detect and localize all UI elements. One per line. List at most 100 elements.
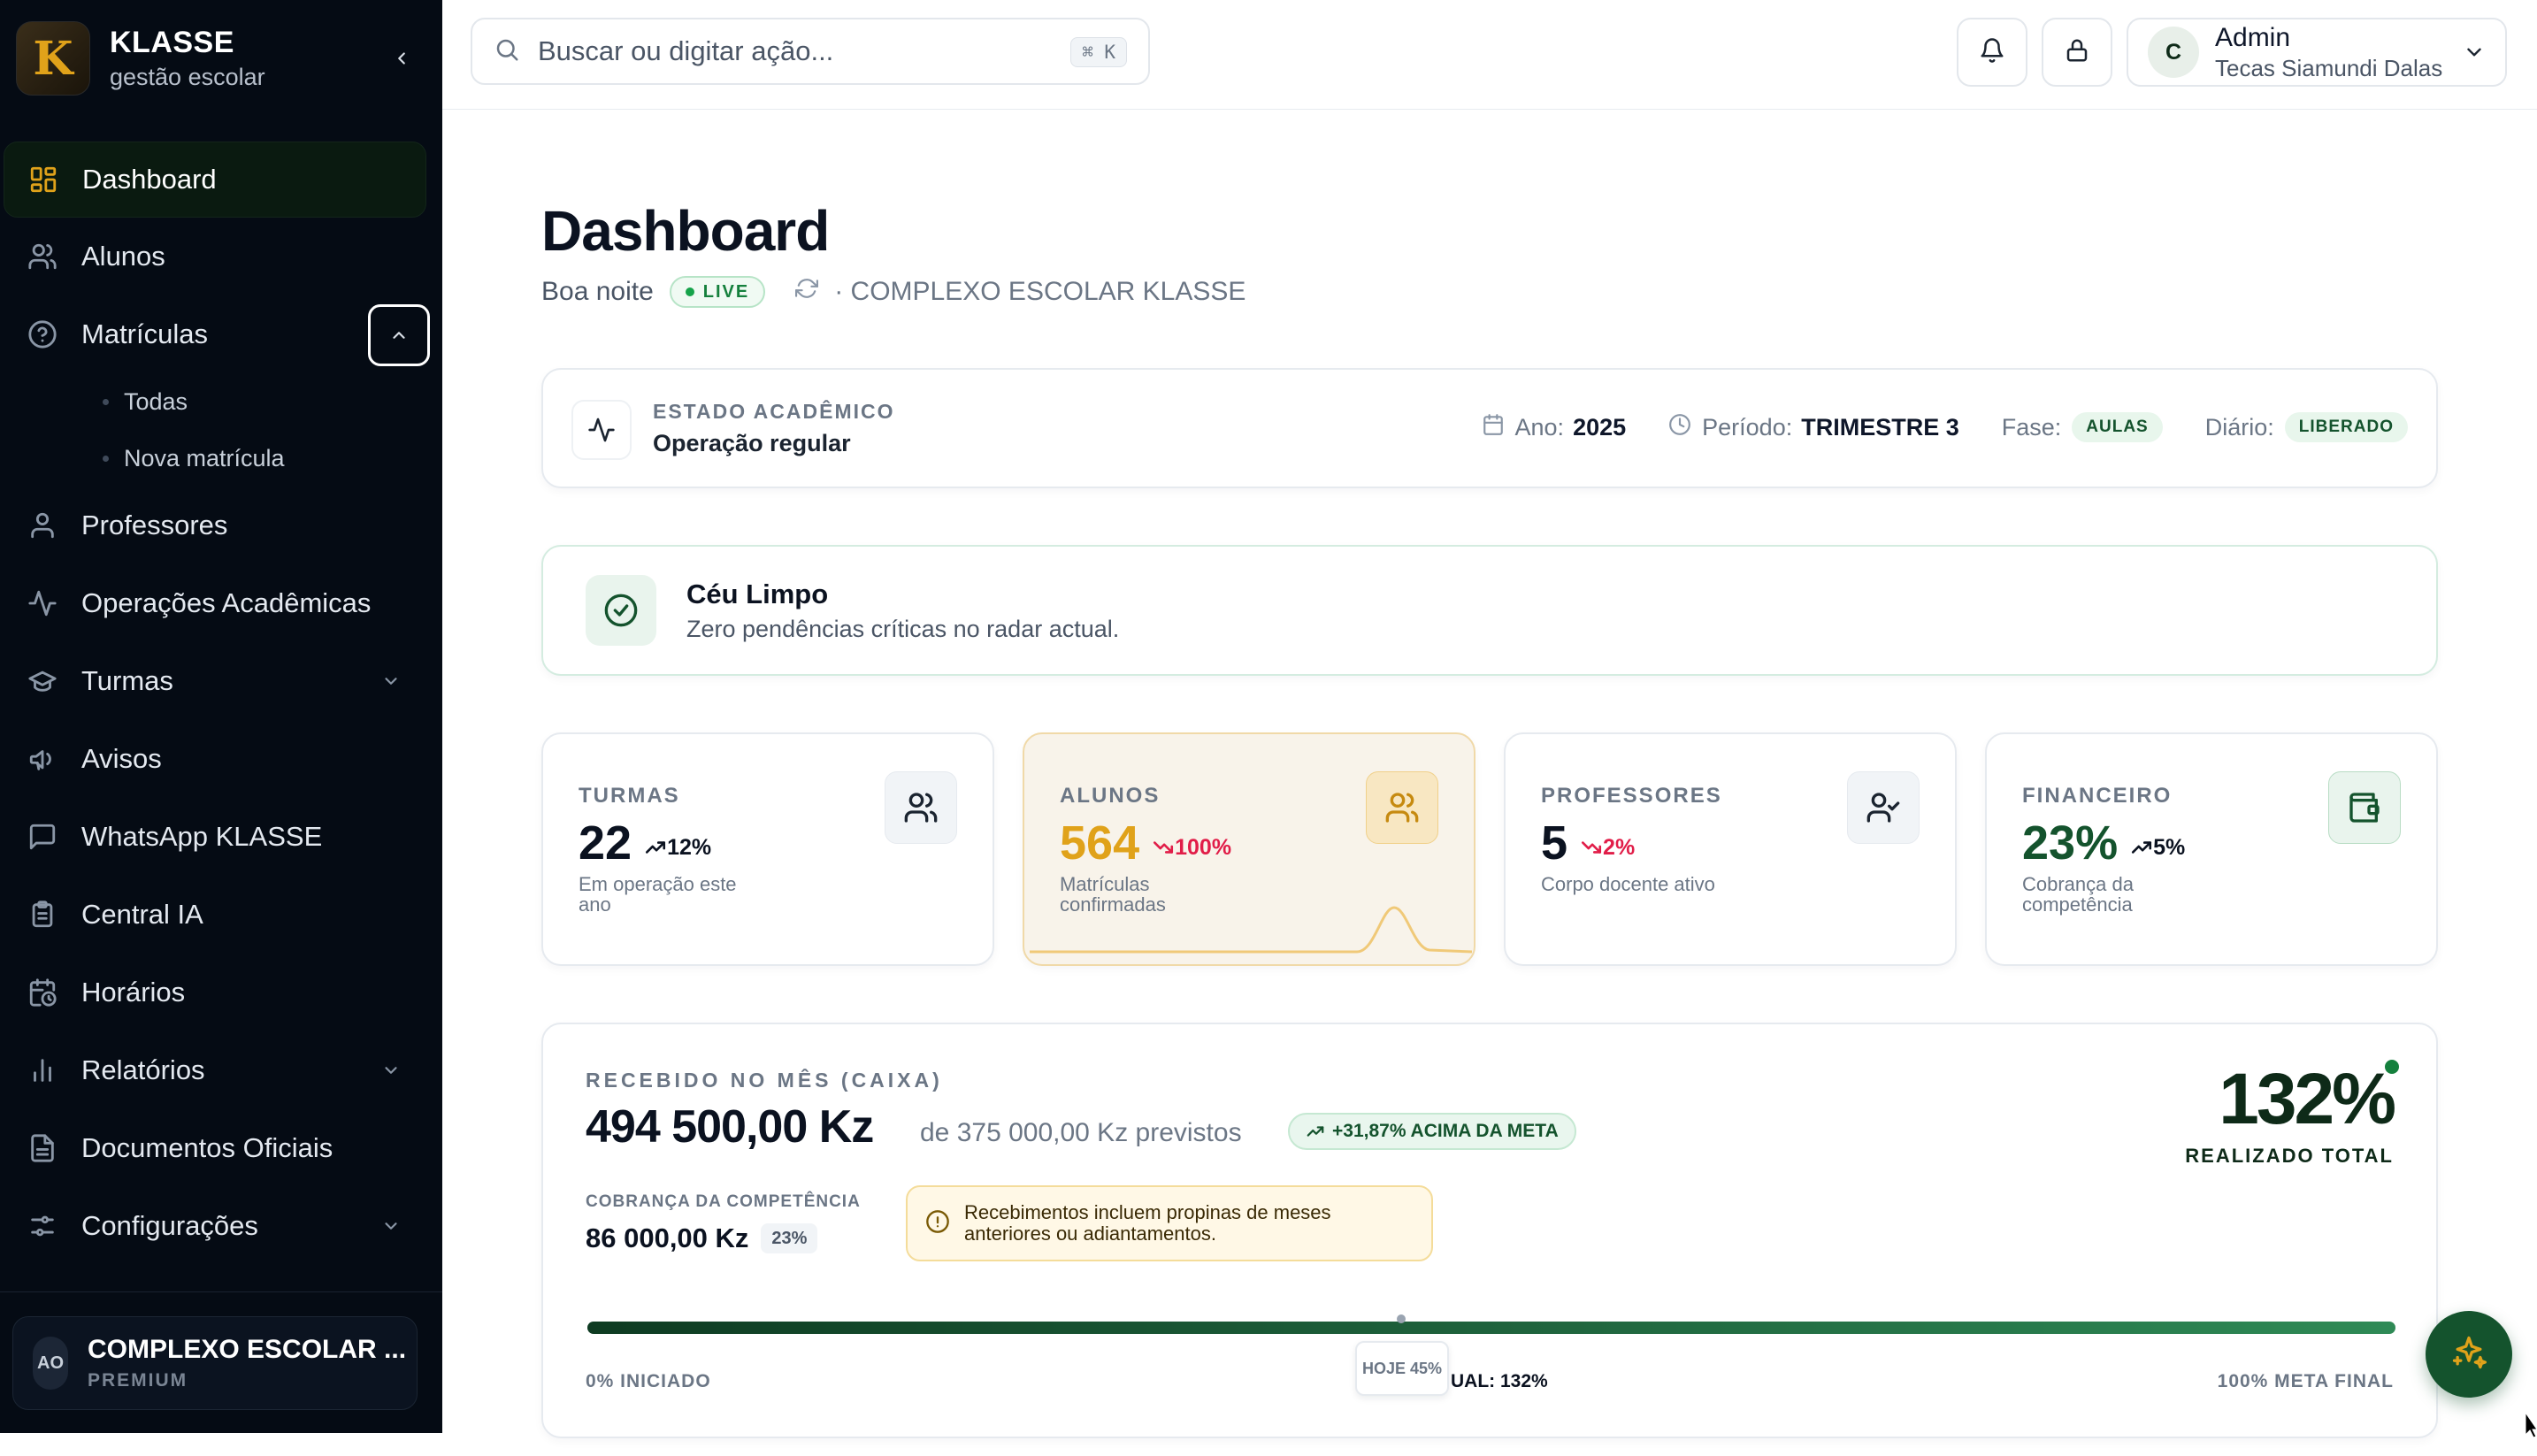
stat-trend-value: 2% [1603,834,1636,860]
stat-trend-value: 5% [2153,834,2186,860]
megaphone-icon [27,743,58,775]
sidebar-item-operacoes-academicas[interactable]: Operações Acadêmicas [0,564,442,642]
stat-value: 564 [1060,816,1140,870]
revenue-progress-bar [587,1314,2395,1334]
sidebar-subitem-todas[interactable]: Todas [0,373,442,430]
trend-down-icon [1581,841,1602,854]
org-avatar: AO [33,1337,68,1390]
brand[interactable]: K KLASSE gestão escolar [16,19,426,97]
notifications-button[interactable] [1957,18,2027,87]
sidebar-item-label: Documentos Oficiais [81,1132,333,1163]
sidebar-nav: Dashboard Alunos Matrículas Todas Nova m… [0,142,442,1265]
trend-down-icon [1154,841,1174,854]
year-label: Ano: [1514,413,1565,441]
sidebar-item-label: Operações Acadêmicas [81,587,372,618]
progress-start-label: 0% INICIADO [586,1371,711,1391]
live-badge: LIVE [669,276,766,308]
grid-icon [27,164,59,195]
lock-icon [2064,37,2090,68]
diary-badge: LIBERADO [2284,412,2408,442]
chevron-up-icon[interactable] [368,304,430,366]
revenue-badge: +31,87% ACIMA DA META [1288,1113,1576,1150]
help-circle-icon [27,318,58,350]
status-dot [2385,1060,2399,1074]
chevron-down-icon[interactable] [375,1054,407,1086]
sidebar-subitem-label: Nova matrícula [124,444,285,471]
sidebar-item-documentos-oficiais[interactable]: Documentos Oficiais [0,1109,442,1187]
live-dot [685,287,694,296]
activity-icon [571,400,632,460]
sidebar-item-label: Horários [81,977,186,1008]
competence-value: 86 000,00 Kz [586,1222,749,1253]
clear-sky-title: Céu Limpo [686,579,829,609]
stat-value: 22 [579,816,632,870]
org-name: COMPLEXO ESCOLAR ... [88,1335,407,1364]
sidebar-item-label: Relatórios [81,1054,205,1085]
search-input[interactable]: Buscar ou digitar ação... ⌘ K [471,18,1150,85]
sparkline [1030,906,1472,954]
stat-card-turmas[interactable]: TURMAS 22 12% Em operação este ano [541,732,994,966]
revenue-amount: 494 500,00 Kz [586,1101,874,1153]
sidebar-item-central-ia[interactable]: Central IA [0,876,442,954]
user-role: Admin [2215,22,2291,52]
warning-note: Recebimentos incluem propinas de meses a… [906,1185,1433,1261]
graduation-cap-icon [27,665,58,697]
brand-logo: K [16,21,90,96]
chevron-down-icon[interactable] [375,665,407,697]
sliders-icon [27,1210,58,1242]
refresh-icon[interactable] [795,277,819,307]
lock-button[interactable] [2042,18,2112,87]
period-value: TRIMESTRE 3 [1801,413,1959,441]
sidebar-item-professores[interactable]: Professores [0,487,442,564]
progress-current-label: UAL: 132% [1451,1371,1548,1391]
collapse-sidebar-icon[interactable] [386,42,418,74]
user-menu[interactable]: C Admin Tecas Siamundi Dalas [2127,18,2507,87]
sidebar-item-label: Central IA [81,899,203,930]
sidebar-item-turmas[interactable]: Turmas [0,642,442,720]
calendar-clock-icon [27,977,58,1008]
sidebar-item-label: Matrículas [81,318,208,349]
clear-sky-subtitle: Zero pendências críticas no radar actual… [686,616,1120,642]
sidebar-divider [0,1291,442,1292]
sidebar-item-whatsapp[interactable]: WhatsApp KLASSE [0,798,442,876]
today-tooltip: HOJE 45% [1355,1341,1449,1396]
stat-value: 23% [2022,816,2119,870]
chevron-down-icon[interactable] [375,1210,407,1242]
sidebar-item-alunos[interactable]: Alunos [0,218,442,295]
trend-up-icon [2132,841,2152,854]
sidebar-item-avisos[interactable]: Avisos [0,720,442,798]
sidebar-item-relatorios[interactable]: Relatórios [0,1031,442,1109]
revenue-expected: de 375 000,00 Kz previstos [920,1118,1242,1147]
stat-trend-value: 100% [1175,834,1232,860]
user-check-icon [1847,771,1920,844]
sidebar-subitem-nova-matricula[interactable]: Nova matrícula [0,430,442,487]
sidebar-item-configuracoes[interactable]: Configurações [0,1187,442,1265]
school-name: · COMPLEXO ESCOLAR KLASSE [834,277,1246,306]
sidebar-item-horarios[interactable]: Horários [0,954,442,1031]
sidebar-item-label: Dashboard [82,164,217,195]
stat-card-professores[interactable]: PROFESSORES 5 2% Corpo docente ativo [1504,732,1957,966]
users-icon [885,771,957,844]
stat-card-financeiro[interactable]: FINANCEIRO 23% 5% Cobrança da competênci… [1985,732,2438,966]
total-percent: 132% [2219,1059,2396,1139]
trend-up-icon [646,841,666,854]
sidebar-item-dashboard[interactable]: Dashboard [4,142,426,218]
brand-name: KLASSE [110,26,234,59]
org-switcher[interactable]: AO COMPLEXO ESCOLAR ... PREMIUM [12,1316,418,1410]
sidebar-item-matriculas[interactable]: Matrículas [0,295,442,373]
greeting: Boa noite [541,277,654,306]
ai-assistant-button[interactable] [2426,1311,2512,1398]
sidebar-item-label: Configurações [81,1210,258,1241]
sidebar: K KLASSE gestão escolar Dashboard Alunos… [0,0,442,1433]
stat-trend: 5% [2130,835,2185,861]
academic-meta: Ano: 2025 Período: TRIMESTRE 3 Fase: AUL… [1439,412,2408,442]
warning-text: Recebimentos incluem propinas de meses a… [964,1200,1331,1245]
period-label: Período: [1702,413,1793,441]
revenue-badge-label: +31,87% ACIMA DA META [1332,1121,1559,1141]
user-icon [27,510,58,541]
trend-up-icon [1307,1126,1324,1137]
stat-card-alunos[interactable]: ALUNOS 564 100% Matrículas confirmadas [1023,732,1475,966]
user-name: Tecas Siamundi Dalas [2215,54,2443,81]
stat-trend: 2% [1580,835,1635,861]
users-icon [27,241,58,272]
